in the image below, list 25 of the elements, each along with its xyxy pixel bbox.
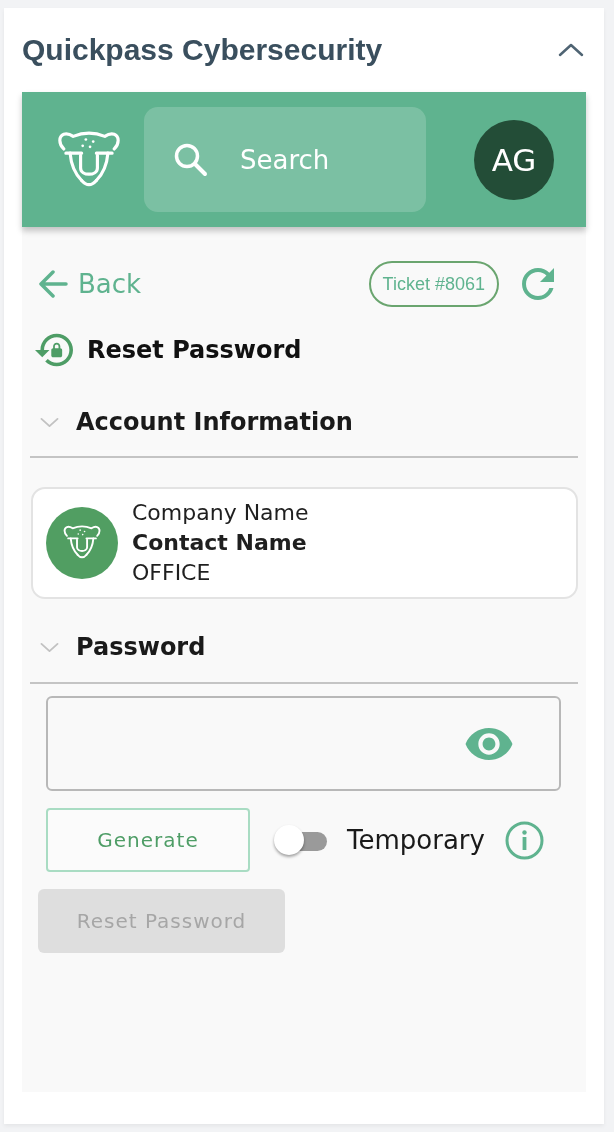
chevron-icon bbox=[40, 641, 59, 653]
page-heading: Reset Password bbox=[87, 336, 302, 364]
lock-reset-icon bbox=[35, 332, 73, 368]
show-password-button[interactable] bbox=[463, 727, 515, 760]
switch-label: Temporary bbox=[347, 825, 485, 855]
collapse-button[interactable] bbox=[558, 43, 584, 57]
animal-avatar-icon bbox=[46, 507, 118, 579]
chevron-icon bbox=[558, 43, 584, 57]
arrow-left-icon bbox=[38, 270, 68, 298]
refresh-icon bbox=[521, 267, 555, 301]
ticket-badge: Ticket #8061 bbox=[368, 261, 499, 307]
panel-title: Quickpass Cybersecurity bbox=[22, 33, 383, 67]
section-header[interactable]: Password bbox=[22, 629, 206, 665]
user-avatar[interactable]: AG bbox=[474, 119, 554, 200]
section-header[interactable]: Account Information bbox=[22, 404, 353, 440]
chevron-icon bbox=[40, 416, 59, 428]
info-icon bbox=[504, 820, 544, 860]
account-type: OFFICE bbox=[132, 559, 212, 587]
info-button[interactable] bbox=[504, 820, 544, 860]
refresh-button[interactable] bbox=[521, 267, 555, 301]
company-name: Company Name bbox=[132, 499, 309, 527]
eye-icon bbox=[463, 727, 515, 760]
password-field[interactable] bbox=[46, 696, 561, 791]
contact-name: Contact Name bbox=[132, 529, 308, 557]
search-icon bbox=[173, 142, 208, 177]
